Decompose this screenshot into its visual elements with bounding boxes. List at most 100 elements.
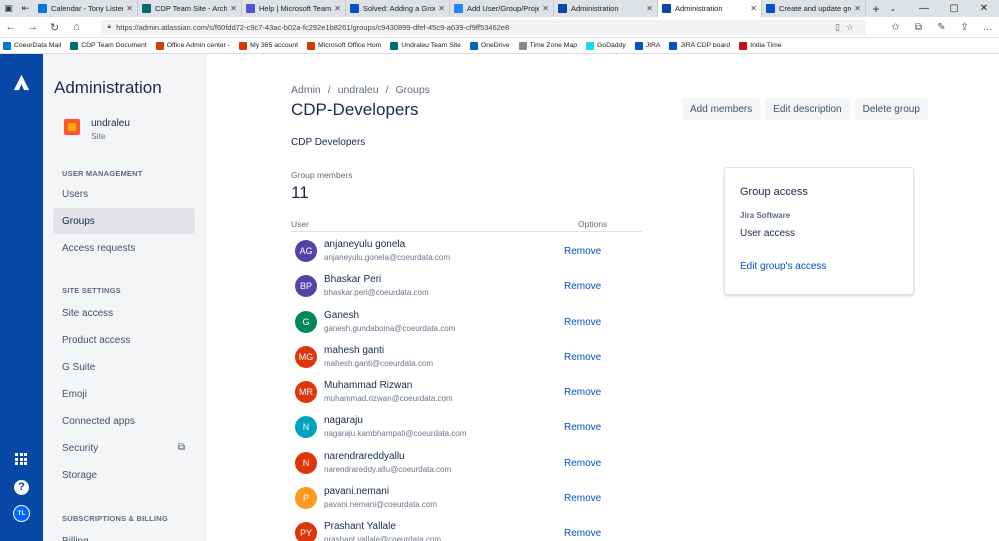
back-arrow-icon[interactable]: ← (0, 21, 22, 33)
favorite-link[interactable]: OneDrive (469, 41, 510, 50)
sidebar-item-site-access[interactable]: Site access (53, 300, 195, 326)
remove-member-button[interactable]: Remove (564, 458, 601, 469)
edit-group-access-link[interactable]: Edit group's access (740, 261, 826, 272)
breadcrumb-link[interactable]: undraleu (338, 84, 379, 96)
delete-group-button[interactable]: Delete group (854, 98, 928, 120)
close-window-icon[interactable]: ✕ (969, 0, 999, 17)
favorite-link[interactable]: GoDaddy (586, 41, 626, 50)
collections-icon[interactable]: ⧉ (907, 22, 930, 33)
pen-icon[interactable]: ✎ (930, 22, 953, 33)
new-tab-button[interactable]: + (866, 0, 886, 17)
user-avatar[interactable]: TL (13, 505, 30, 522)
remove-member-button[interactable]: Remove (564, 493, 601, 504)
favorite-star-icon[interactable]: ▯☆ (835, 22, 860, 33)
favorite-icon (70, 41, 79, 50)
member-name[interactable]: pavani.nemani (324, 486, 389, 497)
favorite-link[interactable]: Office Admin center - (155, 41, 230, 50)
favorite-link[interactable]: Time Zone Map (518, 41, 577, 50)
browser-tab[interactable]: Administration ✕ (658, 0, 762, 17)
maximize-icon[interactable]: ▢ (939, 0, 969, 17)
column-header-options: Options (578, 219, 608, 229)
remove-member-button[interactable]: Remove (564, 317, 601, 328)
browser-tab[interactable]: Solved: Adding a Group to✕ (346, 0, 450, 17)
tab-close-icon[interactable]: ✕ (646, 4, 653, 13)
favorite-icon (634, 41, 643, 50)
favorite-link[interactable]: JIRA (634, 41, 660, 50)
tab-list-chevron-icon[interactable]: ⌄ (886, 0, 900, 17)
favorite-link[interactable]: Undraleu Team Site (390, 41, 461, 50)
favorite-link[interactable]: CoeurData Mail (3, 41, 61, 50)
favorite-link[interactable]: CDP Team Document (70, 41, 147, 50)
member-name[interactable]: Bhaskar Peri (324, 274, 381, 285)
tab-actions-icon[interactable]: ▣ (0, 0, 17, 17)
sidebar-item-connected-apps[interactable]: Connected apps (53, 408, 195, 434)
browser-tab[interactable]: Add User/Group/Project Ro✕ (450, 0, 554, 17)
remove-member-button[interactable]: Remove (564, 422, 601, 433)
add-members-button[interactable]: Add members (682, 98, 761, 120)
member-name[interactable]: mahesh ganti (324, 345, 384, 356)
remove-member-button[interactable]: Remove (564, 281, 601, 292)
favorite-link[interactable]: My 365 account (239, 41, 298, 50)
browser-tab[interactable]: Create and update groups -✕ (762, 0, 866, 17)
browser-tab[interactable]: Help | Microsoft Teams ✕ (242, 0, 346, 17)
forward-arrow-icon[interactable]: → (22, 21, 44, 33)
member-name[interactable]: anjaneyulu gonela (324, 239, 405, 250)
tab-close-icon[interactable]: ✕ (126, 4, 133, 13)
tab-close-icon[interactable]: ✕ (542, 4, 549, 13)
breadcrumb-link[interactable]: Groups (395, 84, 429, 96)
sidebar-item-emoji[interactable]: Emoji (53, 381, 195, 407)
app-switcher-icon[interactable] (15, 453, 27, 465)
member-name[interactable]: Ganesh (324, 310, 359, 321)
url-field[interactable]: 🔒︎ https://admin.atlassian.com/s/f60fdd7… (101, 19, 866, 35)
favorites-icon[interactable]: ✩ (884, 22, 907, 33)
access-level: User access (740, 228, 796, 239)
favorite-link[interactable]: Microsoft Office Hom (307, 41, 381, 50)
tab-close-icon[interactable]: ✕ (750, 4, 757, 13)
browser-tab[interactable]: Calendar - Tony Lister - Out✕ (34, 0, 138, 17)
refresh-icon[interactable]: ↻ (44, 21, 66, 34)
member-name[interactable]: nagaraju (324, 415, 363, 426)
remove-member-button[interactable]: Remove (564, 387, 601, 398)
edit-description-button[interactable]: Edit description (765, 98, 850, 120)
sidebar-item-groups[interactable]: Groups (53, 208, 195, 234)
remove-member-button[interactable]: Remove (564, 528, 601, 539)
sidebar-item-storage[interactable]: Storage (53, 462, 195, 488)
sidebar-item-label: Connected apps (62, 415, 135, 427)
tab-favicon-icon (662, 4, 671, 13)
tab-close-icon[interactable]: ✕ (334, 4, 341, 13)
member-name[interactable]: narendrareddyallu (324, 451, 405, 462)
remove-member-button[interactable]: Remove (564, 246, 601, 257)
browser-tab[interactable]: CDP Team Site - Architectur✕ (138, 0, 242, 17)
sidebar-item-security[interactable]: Security ⧉ (53, 435, 195, 461)
sidebar-item-access-requests[interactable]: Access requests (53, 235, 195, 261)
breadcrumb: Admin / undraleu / Groups (291, 84, 430, 96)
sidebar-item-g-suite[interactable]: G Suite (53, 354, 195, 380)
tab-close-icon[interactable]: ✕ (854, 4, 861, 13)
site-name[interactable]: undraleu (91, 118, 130, 129)
member-name[interactable]: Muhammad Rizwan (324, 380, 412, 391)
home-icon[interactable]: ⌂ (66, 21, 88, 33)
member-avatar: AG (295, 240, 317, 262)
sidebar-item-product-access[interactable]: Product access (53, 327, 195, 353)
sidebar-item-billing[interactable]: Billing (53, 528, 195, 541)
favorite-icon (3, 41, 11, 50)
member-email: muhammad.rizwan@coeurdata.com (324, 394, 453, 404)
atlassian-logo-icon[interactable] (13, 74, 30, 91)
favorite-link[interactable]: JIRA CDP board (669, 41, 730, 50)
share-icon[interactable]: ⇪ (953, 22, 976, 33)
tab-close-icon[interactable]: ✕ (230, 4, 237, 13)
member-name[interactable]: Prashant Yallale (324, 521, 396, 532)
tab-close-icon[interactable]: ✕ (438, 4, 445, 13)
favorite-link[interactable]: India Time (739, 41, 782, 50)
member-email: mahesh.ganti@coeurdata.com (324, 358, 434, 368)
sidebar-section-heading: SUBSCRIPTIONS & BILLING (62, 514, 168, 523)
help-icon[interactable]: ? (14, 480, 29, 495)
minimize-icon[interactable]: — (909, 0, 939, 17)
favorite-label: CDP Team Document (81, 42, 147, 49)
sidebar-item-users[interactable]: Users (53, 181, 195, 207)
breadcrumb-link[interactable]: Admin (291, 84, 321, 96)
browser-tab[interactable]: Administration ✕ (554, 0, 658, 17)
more-icon[interactable]: … (976, 22, 999, 33)
tab-back-icon[interactable]: ⇤ (17, 0, 34, 17)
remove-member-button[interactable]: Remove (564, 352, 601, 363)
